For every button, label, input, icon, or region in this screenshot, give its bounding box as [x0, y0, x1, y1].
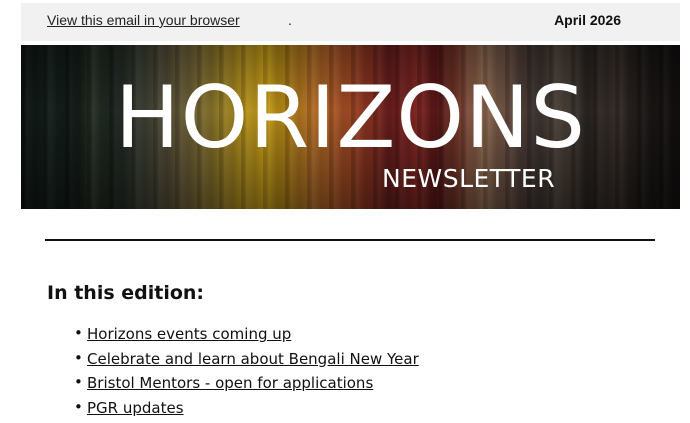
contents-link-events[interactable]: Horizons events coming up [87, 325, 291, 343]
issue-date: April 2026 [554, 12, 621, 28]
view-in-browser-link[interactable]: View this email in your browser [47, 12, 240, 28]
banner-subtitle: NEWSLETTER [382, 166, 555, 191]
contents-list: •Horizons events coming up •Celebrate an… [71, 325, 419, 423]
bullet-icon: • [74, 373, 83, 391]
contents-link-pgr-updates[interactable]: PGR updates [87, 399, 184, 417]
bullet-icon: • [74, 349, 83, 367]
banner-title: HORIZONS [115, 75, 586, 161]
list-item: •Horizons events coming up [71, 325, 419, 350]
bullet-icon: • [74, 398, 83, 416]
list-item: •Celebrate and learn about Bengali New Y… [71, 350, 419, 375]
bullet-icon: • [74, 324, 83, 342]
view-link-period: . [288, 12, 292, 28]
section-divider [45, 239, 655, 241]
preheader-bar: View this email in your browser . April … [21, 3, 680, 41]
list-item: •PGR updates [71, 399, 419, 423]
newsletter-banner: HORIZONS NEWSLETTER [21, 45, 680, 209]
list-item: •Bristol Mentors - open for applications [71, 374, 419, 399]
contents-link-bengali-new-year[interactable]: Celebrate and learn about Bengali New Ye… [87, 350, 419, 368]
contents-link-bristol-mentors[interactable]: Bristol Mentors - open for applications [87, 374, 373, 392]
contents-heading: In this edition: [47, 282, 204, 304]
email-body: View this email in your browser . April … [0, 0, 690, 420]
